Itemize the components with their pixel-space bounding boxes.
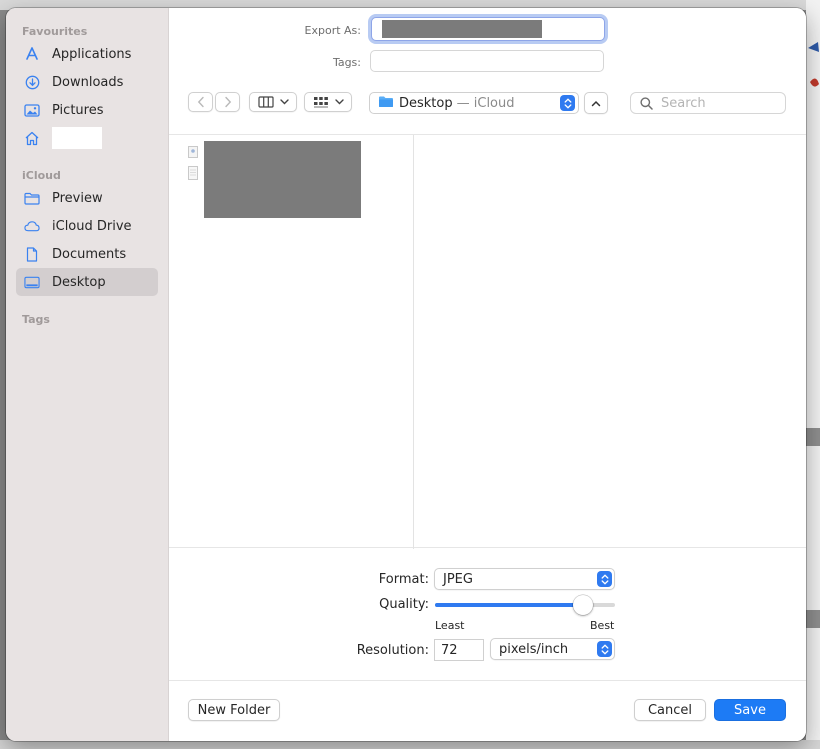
file-browser — [169, 134, 806, 549]
forward-button[interactable] — [215, 92, 240, 112]
sidebar-section-tags: Tags — [22, 313, 50, 326]
file-icon[interactable] — [187, 166, 199, 180]
chevron-down-icon — [279, 99, 289, 105]
tags-input[interactable] — [370, 50, 604, 72]
back-button[interactable] — [188, 92, 213, 112]
background-window-edge — [806, 0, 820, 749]
redacted-username — [52, 127, 102, 149]
main-panel: Export As: Tags: Desktop — iCloud Search… — [169, 8, 806, 741]
document-icon — [24, 246, 40, 262]
format-value: JPEG — [443, 571, 473, 587]
sidebar-item-label: iCloud Drive — [52, 218, 132, 234]
view-mode-button[interactable] — [249, 92, 297, 112]
sidebar-item-preview[interactable]: Preview — [16, 184, 158, 212]
chevron-right-icon — [224, 96, 231, 108]
sidebar: Favourites Applications Downloads Pictur… — [6, 8, 169, 741]
popup-stepper-icon — [597, 641, 612, 657]
tags-label: Tags: — [332, 56, 361, 69]
columns-view-icon — [257, 96, 274, 108]
footer-divider — [169, 680, 806, 681]
icloud-folder-icon — [378, 95, 394, 112]
location-subtitle: — iCloud — [456, 95, 515, 111]
search-field[interactable] — [630, 92, 786, 114]
grid-icon — [313, 97, 328, 108]
quality-slider-fill — [435, 603, 583, 607]
collapse-browser-button[interactable] — [584, 92, 608, 114]
quality-slider[interactable] — [435, 595, 615, 615]
cancel-button[interactable]: Cancel — [634, 699, 706, 721]
chevron-up-icon — [591, 100, 601, 106]
nav-buttons — [188, 92, 240, 112]
file-icon[interactable] — [187, 145, 199, 159]
sidebar-item-pictures[interactable]: Pictures — [16, 96, 158, 124]
sidebar-section-favourites: Favourites — [22, 25, 88, 38]
sidebar-item-home[interactable] — [16, 124, 158, 152]
folder-icon — [24, 190, 40, 206]
quality-max-label: Best — [590, 619, 615, 632]
sidebar-item-downloads[interactable]: Downloads — [16, 68, 158, 96]
new-folder-button[interactable]: New Folder — [188, 699, 280, 721]
sidebar-item-label: Preview — [52, 190, 103, 206]
quality-min-label: Least — [435, 619, 465, 632]
sidebar-item-desktop[interactable]: Desktop — [16, 268, 158, 296]
resolution-unit-popup[interactable]: pixels/inch — [490, 638, 615, 660]
desktop-icon — [24, 274, 40, 290]
sidebar-item-icloud-drive[interactable]: iCloud Drive — [16, 212, 158, 240]
search-icon — [640, 96, 653, 110]
pictures-icon — [24, 102, 40, 118]
quality-slider-knob[interactable] — [572, 595, 593, 615]
location-name: Desktop — [399, 95, 453, 111]
save-button[interactable]: Save — [714, 699, 786, 721]
popup-stepper-icon — [560, 95, 575, 111]
sidebar-item-documents[interactable]: Documents — [16, 240, 158, 268]
sidebar-item-label: Pictures — [52, 102, 104, 118]
resolution-unit-value: pixels/inch — [499, 641, 569, 657]
location-popup[interactable]: Desktop — iCloud — [369, 92, 579, 114]
column-divider[interactable] — [413, 135, 414, 549]
background-bar — [806, 428, 820, 446]
sidebar-section-icloud: iCloud — [22, 169, 61, 182]
export-dialog: Favourites Applications Downloads Pictur… — [6, 8, 806, 741]
format-label: Format: — [378, 572, 429, 587]
resolution-input[interactable] — [434, 639, 484, 661]
sidebar-item-applications[interactable]: Applications — [16, 40, 158, 68]
background-window-bottom — [0, 740, 820, 749]
format-popup[interactable]: JPEG — [434, 568, 615, 590]
search-input[interactable] — [659, 94, 783, 112]
applications-icon — [24, 46, 40, 62]
sidebar-item-label: Desktop — [52, 274, 106, 290]
background-bar — [806, 610, 820, 628]
popup-stepper-icon — [597, 571, 612, 587]
background-logo-fragment — [808, 42, 819, 87]
redacted-file-list[interactable] — [204, 141, 361, 218]
cloud-icon — [24, 218, 40, 234]
downloads-icon — [24, 74, 40, 90]
export-as-label: Export As: — [304, 24, 361, 37]
chevron-down-icon — [334, 99, 344, 105]
group-by-button[interactable] — [304, 92, 352, 112]
home-icon — [24, 130, 40, 146]
export-as-field[interactable] — [371, 17, 620, 41]
sidebar-item-label: Documents — [52, 246, 127, 262]
quality-label: Quality: — [379, 597, 429, 612]
chevron-left-icon — [197, 96, 204, 108]
sidebar-item-label: Applications — [52, 46, 132, 62]
resolution-label: Resolution: — [356, 643, 429, 658]
export-as-input[interactable] — [372, 18, 620, 40]
sidebar-item-label: Downloads — [52, 74, 124, 90]
